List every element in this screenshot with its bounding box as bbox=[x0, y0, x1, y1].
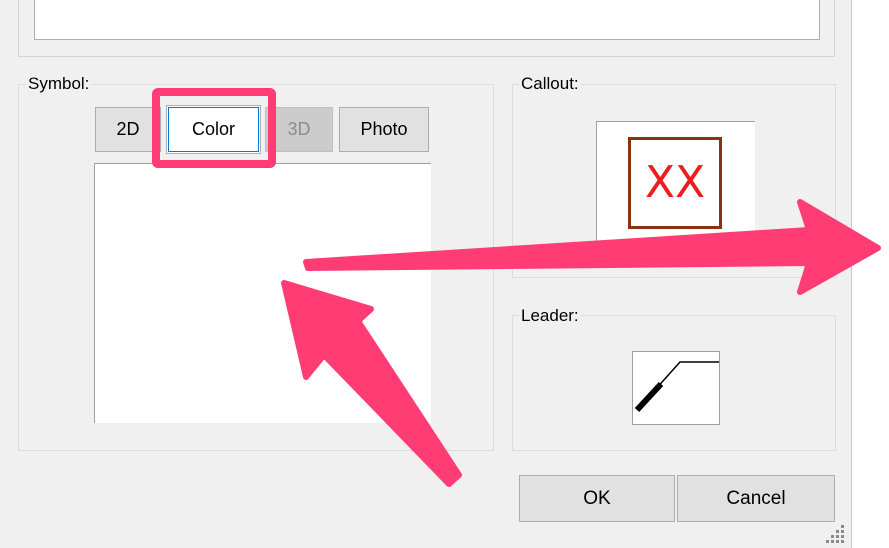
callout-group-label: Callout: bbox=[519, 74, 581, 94]
leader-preview[interactable] bbox=[632, 351, 720, 425]
symbol-preview bbox=[94, 163, 431, 423]
resize-grip-icon[interactable] bbox=[826, 522, 848, 544]
cancel-button[interactable]: Cancel bbox=[677, 475, 835, 522]
tab-photo[interactable]: Photo bbox=[339, 107, 429, 152]
background-strip bbox=[852, 0, 889, 548]
leader-group-label: Leader: bbox=[519, 306, 581, 326]
tab-3d: 3D bbox=[265, 107, 333, 152]
dialog-window: Symbol: 2D Color 3D Photo Callout: XX Le… bbox=[0, 0, 852, 548]
symbol-group-label: Symbol: bbox=[26, 74, 92, 94]
leader-line-icon bbox=[634, 361, 719, 413]
tab-color[interactable]: Color bbox=[166, 105, 261, 154]
tab-2d[interactable]: 2D bbox=[95, 107, 161, 152]
callout-symbol: XX bbox=[628, 137, 722, 229]
top-text-field[interactable] bbox=[34, 0, 820, 40]
ok-button[interactable]: OK bbox=[519, 475, 675, 522]
